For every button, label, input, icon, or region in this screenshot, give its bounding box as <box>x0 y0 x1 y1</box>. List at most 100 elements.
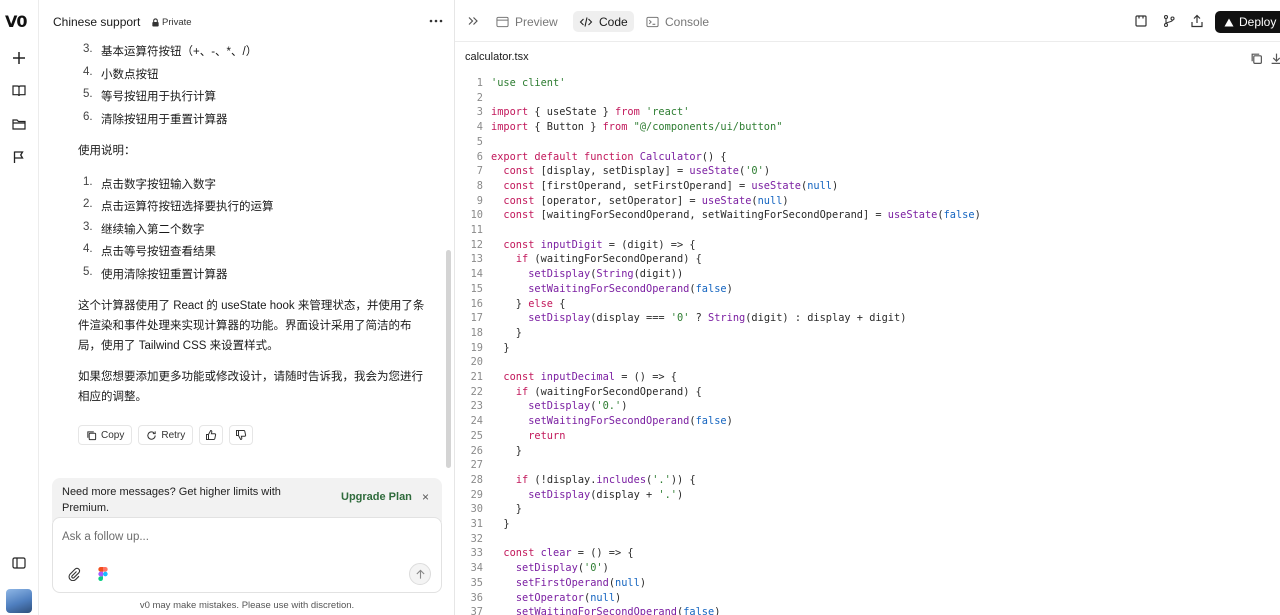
download-icon[interactable] <box>1267 49 1280 67</box>
follow-up-input[interactable] <box>62 528 422 546</box>
code-text: const inputDecimal = () => { <box>503 371 677 383</box>
line-number: 3 <box>476 106 483 119</box>
line-number: 8 <box>476 179 483 192</box>
deploy-button[interactable]: Deploy <box>1215 11 1280 33</box>
retry-button[interactable]: Retry <box>138 425 194 445</box>
code-text: setDisplay('0.') <box>528 400 628 413</box>
code-text: setWaitingForSecondOperand(false) <box>528 282 733 295</box>
line-number: 4 <box>476 121 483 134</box>
line-number: 13 <box>470 253 483 266</box>
line-number: 23 <box>470 400 483 413</box>
line-number: 1 <box>476 77 483 89</box>
code-text: if (!display.includes('.')) { <box>515 473 696 486</box>
list-text: 点击等号按钮查看结果 <box>101 246 216 258</box>
tab-code-label: Code <box>599 14 628 29</box>
sidebar-toggle-icon[interactable] <box>10 554 28 572</box>
file-tab[interactable]: calculator.tsx <box>465 51 529 63</box>
line-number: 9 <box>476 194 483 207</box>
list-number: 3. <box>83 43 93 55</box>
line-number: 33 <box>470 547 483 560</box>
avatar[interactable] <box>6 589 32 613</box>
share-icon[interactable] <box>1188 12 1206 30</box>
line-number: 37 <box>470 606 483 615</box>
copy-icon <box>87 430 97 440</box>
chat-scrollbar[interactable] <box>446 250 451 468</box>
list-number: 4. <box>83 243 93 255</box>
list-text: 等号按钮用于执行计算 <box>101 91 216 103</box>
line-number: 16 <box>470 297 483 310</box>
book-icon[interactable] <box>10 82 28 100</box>
lock-icon <box>152 17 159 27</box>
window-icon[interactable] <box>1132 12 1150 30</box>
code-text: export default function Calculator() { <box>491 150 727 163</box>
code-toolbar: Preview Code Console Deploy <box>455 0 1280 42</box>
list-text: 小数点按钮 <box>101 69 159 81</box>
collapse-chevrons-icon[interactable] <box>464 12 482 30</box>
disclaimer: v0 may make mistakes. Please use with di… <box>139 600 355 611</box>
line-number: 19 <box>470 341 483 354</box>
line-number: 2 <box>476 91 483 104</box>
line-number: 31 <box>470 518 483 530</box>
terminal-icon <box>646 16 659 27</box>
line-number: 29 <box>470 488 483 501</box>
code-text: 'use client' <box>491 77 566 89</box>
thumbs-up-button[interactable] <box>199 425 224 445</box>
code-text: if (waitingForSecondOperand) { <box>515 253 702 266</box>
code-text: } <box>491 341 510 354</box>
git-branch-icon[interactable] <box>1160 12 1178 30</box>
upgrade-plan-link[interactable]: Upgrade Plan <box>341 491 412 503</box>
line-number: 26 <box>470 444 483 457</box>
line-number: 21 <box>470 371 483 383</box>
v0-logo[interactable]: V0 <box>5 12 27 31</box>
line-number: 36 <box>470 591 483 604</box>
code-text: return <box>528 429 566 442</box>
line-number: 22 <box>470 385 483 398</box>
send-button[interactable] <box>409 563 431 585</box>
tab-code[interactable]: Code <box>573 11 634 32</box>
line-number: 28 <box>470 473 483 486</box>
code-text: setDisplay(String(digit)) <box>528 268 684 281</box>
tab-preview[interactable]: Preview <box>490 11 564 32</box>
code-icon <box>579 16 593 27</box>
code-text: } <box>491 518 510 530</box>
thumbs-down-button[interactable] <box>229 425 254 445</box>
tab-console[interactable]: Console <box>640 11 715 32</box>
file-bar: calculator.tsx <box>455 42 1280 72</box>
more-options-icon[interactable] <box>428 13 444 29</box>
line-number: 6 <box>476 150 483 163</box>
folder-icon[interactable] <box>10 115 28 133</box>
line-number: 34 <box>470 562 483 575</box>
chat-title[interactable]: Chinese support <box>53 15 140 29</box>
code-text: import { Button } from "@/components/ui/… <box>491 121 783 134</box>
private-label: Private <box>162 16 192 28</box>
retry-label: Retry <box>161 429 186 441</box>
code-text: setDisplay(display + '.') <box>528 488 684 501</box>
copy-code-icon[interactable] <box>1247 49 1265 67</box>
line-number: 15 <box>470 282 483 295</box>
code-text: } <box>491 326 522 339</box>
line-number: 5 <box>476 135 483 148</box>
code-panel: Preview Code Console Deploy calculator.t… <box>454 0 1280 615</box>
copy-button[interactable]: Copy <box>78 425 133 445</box>
line-number: 24 <box>470 415 483 428</box>
thumbs-down-icon <box>236 430 247 441</box>
code-text: setOperator(null) <box>515 591 622 604</box>
line-number: 7 <box>476 165 483 178</box>
line-number: 11 <box>470 224 483 236</box>
plus-icon[interactable] <box>10 49 28 67</box>
message-actions: Copy Retry <box>78 425 254 445</box>
code-text: const [operator, setOperator] = useState… <box>503 194 789 207</box>
code-text: const [firstOperand, setFirstOperand] = … <box>503 179 839 192</box>
close-banner-icon[interactable]: × <box>422 490 429 504</box>
code-text: if (waitingForSecondOperand) { <box>515 385 702 398</box>
paperclip-icon[interactable] <box>65 565 83 583</box>
figma-icon[interactable] <box>94 565 112 583</box>
line-number: 32 <box>470 532 483 545</box>
private-badge: Private <box>147 15 196 29</box>
chat-panel: Chinese support Private 3. 基本运算符按钮（+、-、*、… <box>40 0 454 615</box>
list-number: 6. <box>83 111 93 123</box>
flag-icon[interactable] <box>10 148 28 166</box>
list-text: 点击数字按钮输入数字 <box>101 179 216 191</box>
line-number: 10 <box>470 209 483 222</box>
code-text: } <box>491 503 522 516</box>
